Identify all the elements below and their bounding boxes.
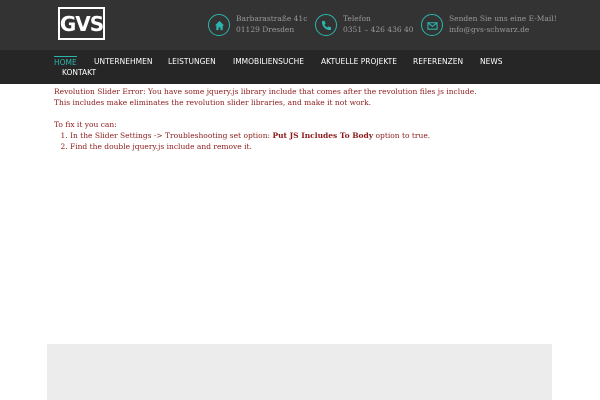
error-line-1: Revolution Slider Error: You have some j… [54,87,477,96]
home-icon [208,14,230,36]
phone-icon [315,14,337,36]
address-line2: 01129 Dresden [236,25,295,34]
top-header: GVS Barbarastraße 41c 01129 Dresden Tele… [0,0,600,50]
email-address[interactable]: info@gvs-schwarz.de [449,24,557,35]
step1-prefix: In the Slider Settings -> Troubleshootin… [70,131,271,140]
nav-unternehmen[interactable]: UNTERNEHMEN [94,57,152,66]
fix-steps: In the Slider Settings -> Troubleshootin… [54,130,477,152]
nav-news[interactable]: NEWS [480,57,503,66]
email-info: Senden Sie uns eine E-Mail! info@gvs-sch… [421,13,557,36]
nav-kontakt[interactable]: KONTAKT [62,68,96,77]
address-info: Barbarastraße 41c 01129 Dresden [208,13,307,36]
fix-intro: To fix it you can: [54,120,117,129]
nav-aktuelle-projekte[interactable]: AKTUELLE PROJEKTE [321,57,397,66]
email-label: Senden Sie uns eine E-Mail! [449,14,557,23]
content-placeholder-box [47,344,552,400]
envelope-icon [421,14,443,36]
phone-label: Telefon [343,14,371,23]
nav-immobiliensuche[interactable]: IMMOBILIENSUCHE [233,57,304,66]
nav-home[interactable]: HOME [54,56,77,67]
site-logo[interactable]: GVS [58,7,105,40]
logo-text: GVS [59,11,104,36]
fix-step-2: Find the double jquery.js include and re… [70,141,477,152]
error-line-2: This includes make eliminates the revolu… [54,98,372,107]
slider-error-message: Revolution Slider Error: You have some j… [54,86,477,152]
nav-leistungen[interactable]: LEISTUNGEN [168,57,216,66]
phone-info: Telefon 0351 – 426 436 40 [315,13,414,36]
address-line1: Barbarastraße 41c [236,14,308,23]
main-navigation: HOME UNTERNEHMEN LEISTUNGEN IMMOBILIENSU… [0,50,600,84]
nav-referenzen[interactable]: REFERENZEN [413,57,463,66]
fix-step-1: In the Slider Settings -> Troubleshootin… [70,130,477,141]
step1-suffix: option to true. [375,131,431,140]
step1-option: Put JS Includes To Body [272,131,374,140]
phone-number[interactable]: 0351 – 426 436 40 [343,24,414,35]
